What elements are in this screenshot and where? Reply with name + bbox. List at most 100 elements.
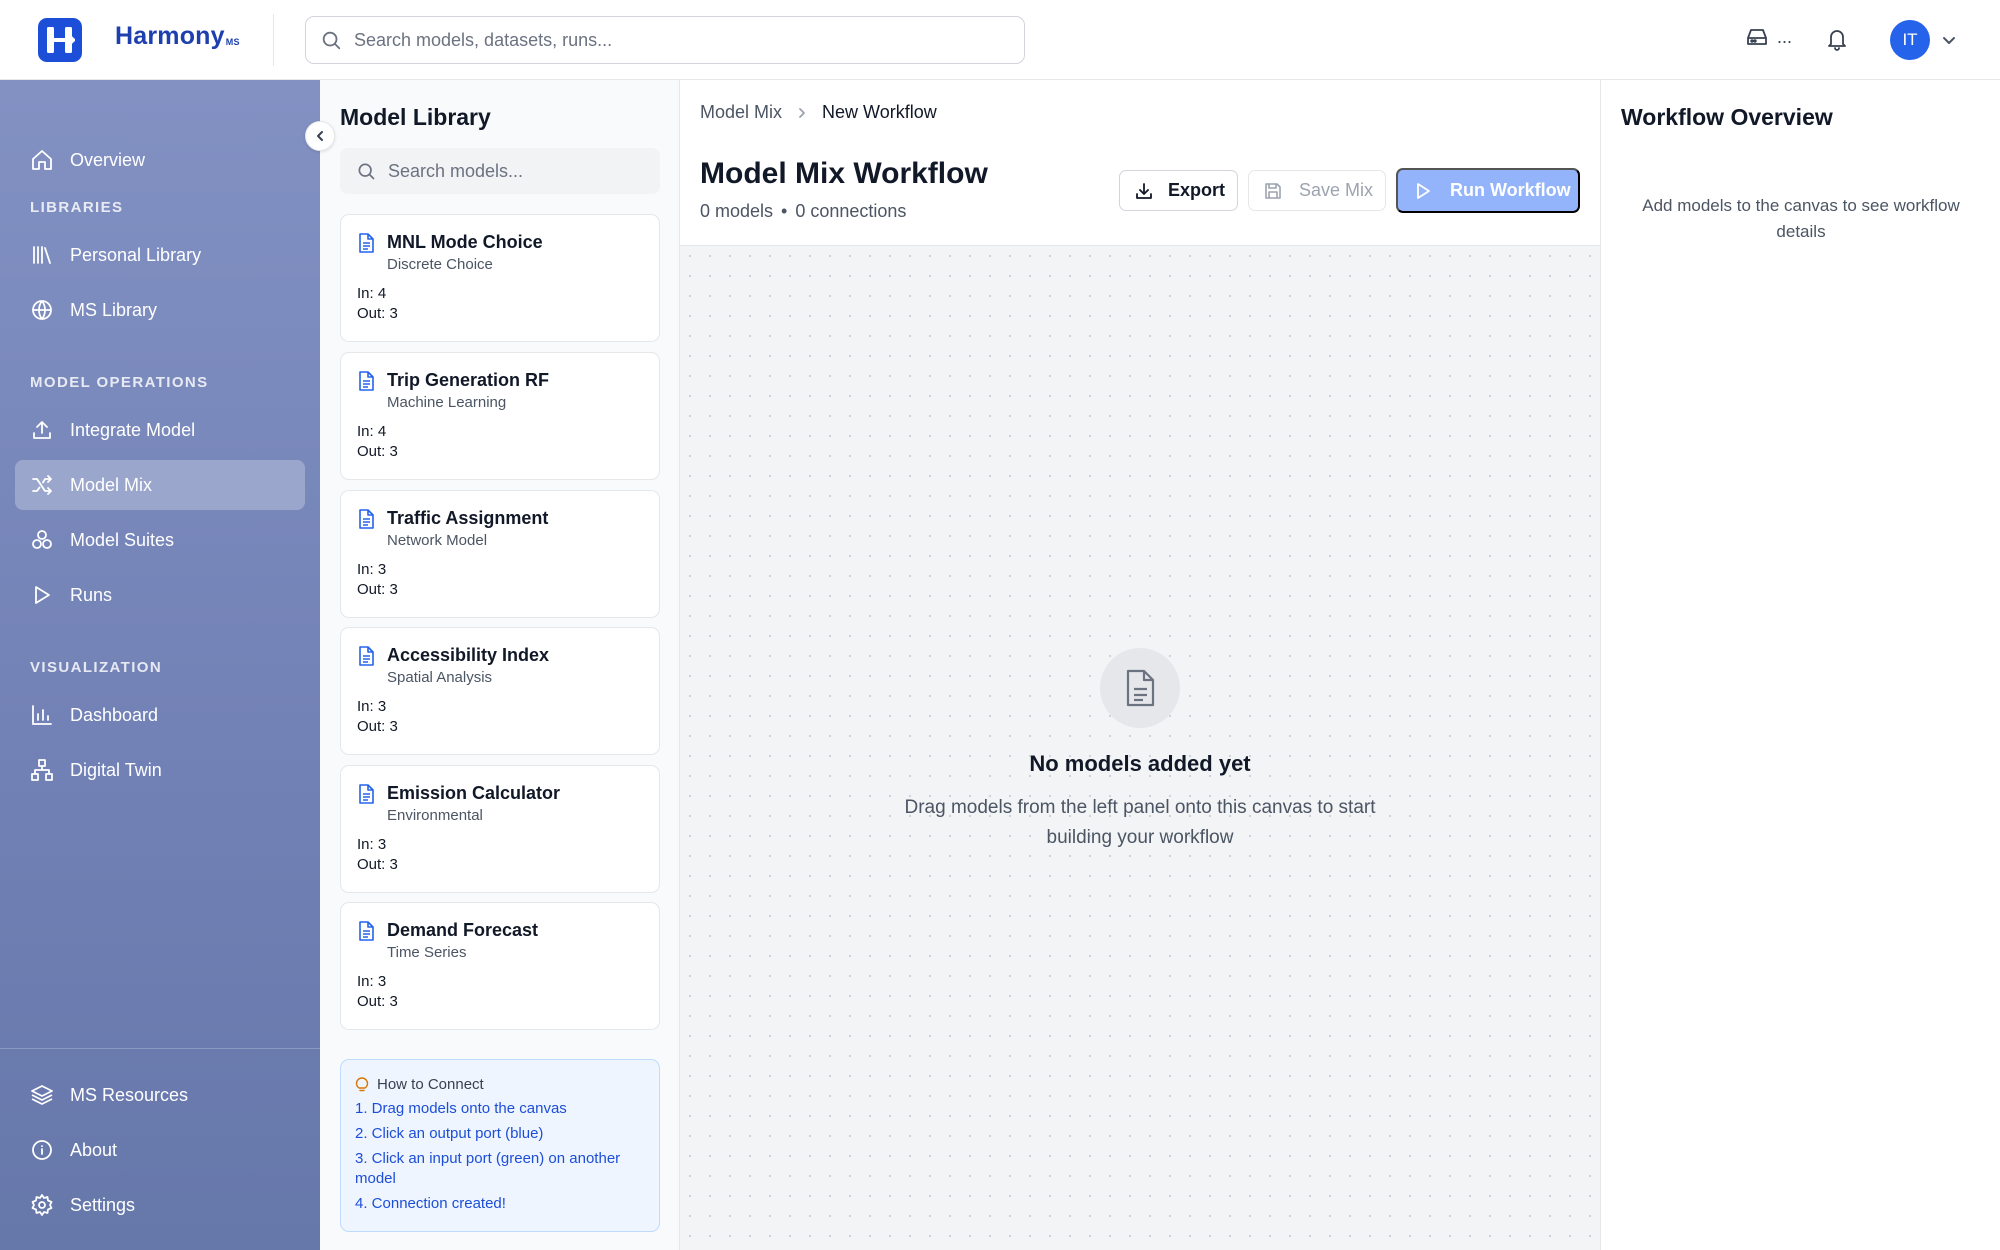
workflow-canvas[interactable]: No models added yet Drag models from the…	[680, 245, 1600, 1250]
model-inputs: In: 3	[357, 836, 387, 853]
sidebar-item-digital-twin[interactable]: Digital Twin	[15, 745, 305, 795]
shuffle-icon	[32, 475, 52, 495]
boxes-icon	[32, 530, 52, 549]
sidebar-item-label: Integrate Model	[70, 419, 196, 440]
sidebar-item-model-suites[interactable]: Model Suites	[15, 515, 305, 565]
model-card-traffic-assignment[interactable]: Traffic Assignment Network Model In: 3 O…	[340, 490, 660, 618]
library-icon	[33, 246, 51, 264]
sidebar-item-model-mix[interactable]: Model Mix	[15, 460, 305, 510]
library-title: Model Library	[340, 104, 491, 130]
model-outputs: Out: 3	[357, 993, 398, 1010]
upload-icon	[33, 421, 51, 439]
sidebar-item-overview[interactable]: Overview	[15, 135, 305, 185]
workflow-overview-panel: Workflow Overview Add models to the canv…	[1600, 80, 2000, 1250]
how-to-step: 4. Connection created!	[355, 1195, 506, 1212]
breadcrumb-model-mix[interactable]: Model Mix	[700, 102, 782, 123]
run-workflow-button[interactable]: Run Workflow	[1396, 168, 1580, 213]
model-inputs: In: 3	[357, 973, 387, 990]
empty-state-subtitle: Drag models from the left panel onto thi…	[904, 797, 1376, 848]
empty-state-circle	[1100, 648, 1180, 728]
model-card-emission-calculator[interactable]: Emission Calculator Environmental In: 3 …	[340, 765, 660, 893]
export-button[interactable]: Export	[1119, 170, 1238, 211]
global-search-bar[interactable]	[305, 16, 1025, 64]
document-icon	[359, 509, 374, 529]
how-to-connect-box: How to Connect 1. Drag models onto the c…	[340, 1059, 660, 1232]
storage-indicator[interactable]: ...	[1745, 26, 1792, 48]
sidebar: Overview LIBRARIES Personal Library MS L…	[0, 80, 320, 1250]
gear-icon	[31, 1194, 53, 1216]
sidebar-item-integrate-model[interactable]: Integrate Model	[15, 405, 305, 455]
model-name: Trip Generation RF	[387, 370, 550, 390]
sidebar-item-label: Dashboard	[70, 704, 159, 725]
top-bar: HarmonyMS ... IT	[0, 0, 2000, 80]
overview-title: Workflow Overview	[1621, 104, 1833, 130]
overview-empty-text: Add models to the canvas to see workflow…	[1642, 196, 1960, 241]
brand-name[interactable]: HarmonyMS	[115, 22, 240, 51]
bell-icon	[1828, 30, 1846, 51]
chevron-right-icon	[799, 107, 805, 118]
layers-icon	[31, 1085, 53, 1105]
harmony-logo-icon[interactable]	[38, 18, 82, 62]
search-icon	[322, 31, 341, 50]
save-mix-label: Save Mix	[1299, 180, 1374, 200]
page-title: Model Mix Workflow	[700, 157, 988, 190]
model-name: MNL Mode Choice	[387, 232, 543, 252]
globe-icon	[32, 300, 52, 320]
sidebar-item-ms-resources[interactable]: MS Resources	[15, 1070, 305, 1120]
model-inputs: In: 4	[357, 285, 387, 302]
library-search-input[interactable]	[388, 160, 648, 182]
sidebar-item-dashboard[interactable]: Dashboard	[15, 690, 305, 740]
sidebar-item-label: Personal Library	[70, 244, 202, 265]
model-outputs: Out: 3	[357, 443, 398, 460]
sidebar-item-label: MS Library	[70, 299, 158, 320]
section-label-visualization: VISUALIZATION	[30, 659, 163, 676]
model-category: Spatial Analysis	[387, 669, 493, 686]
global-search-input[interactable]	[354, 29, 994, 51]
sidebar-divider	[0, 1048, 320, 1049]
how-to-connect-title-text: How to Connect	[377, 1076, 484, 1093]
sidebar-item-label: Settings	[70, 1194, 136, 1215]
notifications-button[interactable]	[1826, 27, 1848, 56]
model-inputs: In: 3	[357, 698, 387, 715]
document-icon	[359, 646, 374, 666]
sidebar-item-personal-library[interactable]: Personal Library	[15, 230, 305, 280]
save-mix-button[interactable]: Save Mix	[1248, 170, 1386, 211]
workflow-workspace: Model Mix New Workflow Model Mix Workflo…	[680, 80, 1600, 1250]
download-icon	[1136, 182, 1152, 199]
lightbulb-icon	[355, 1076, 369, 1091]
model-name: Accessibility Index	[387, 645, 550, 665]
how-to-step: 2. Click an output port (blue)	[355, 1125, 544, 1142]
sidebar-item-about[interactable]: About	[15, 1125, 305, 1175]
document-icon	[359, 784, 374, 804]
sidebar-item-label: MS Resources	[70, 1084, 189, 1105]
brand-text: Harmony	[115, 22, 225, 50]
hard-drive-icon	[1747, 29, 1767, 45]
model-inputs: In: 3	[357, 561, 387, 578]
model-category: Discrete Choice	[387, 256, 493, 273]
user-avatar[interactable]: IT	[1890, 20, 1930, 60]
connections-count: 0 connections	[795, 201, 907, 221]
sidebar-item-label: Overview	[70, 149, 146, 170]
model-category: Time Series	[387, 944, 467, 961]
model-card-accessibility-index[interactable]: Accessibility Index Spatial Analysis In:…	[340, 627, 660, 755]
brand-suffix: MS	[225, 37, 240, 47]
user-menu-toggle[interactable]	[1940, 31, 1958, 54]
header-divider	[273, 14, 274, 66]
sidebar-item-settings[interactable]: Settings	[15, 1180, 305, 1230]
model-outputs: Out: 3	[357, 718, 398, 735]
sidebar-item-runs[interactable]: Runs	[15, 570, 305, 620]
export-label: Export	[1168, 180, 1226, 200]
model-card-mnl-mode-choice[interactable]: MNL Mode Choice Discrete Choice In: 4 Ou…	[340, 214, 660, 342]
model-name: Traffic Assignment	[387, 508, 549, 528]
storage-label: ...	[1777, 26, 1793, 47]
sidebar-item-ms-library[interactable]: MS Library	[15, 285, 305, 335]
home-icon	[32, 150, 52, 170]
sidebar-collapse-button[interactable]	[305, 121, 335, 151]
model-category: Network Model	[387, 532, 488, 549]
how-to-step: 1. Drag models onto the canvas	[355, 1100, 567, 1117]
model-card-trip-generation-rf[interactable]: Trip Generation RF Machine Learning In: …	[340, 352, 660, 480]
model-card-demand-forecast[interactable]: Demand Forecast Time Series In: 3 Out: 3	[340, 902, 660, 1030]
sidebar-item-label: Runs	[70, 584, 113, 605]
library-search-bar[interactable]	[340, 148, 660, 194]
bar-chart-icon	[32, 705, 52, 725]
